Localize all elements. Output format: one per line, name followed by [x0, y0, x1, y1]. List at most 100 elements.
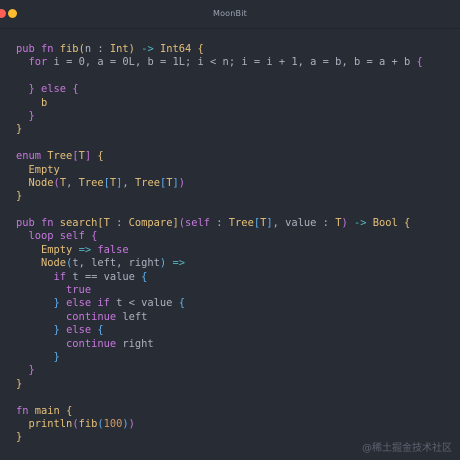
- code-line: println(fib(100)): [16, 418, 423, 431]
- code-token: fib: [78, 417, 98, 430]
- watermark: @稀土掘金技术社区: [362, 443, 452, 454]
- code-token: Compare: [128, 217, 173, 230]
- code-line: Node(t, left, right) =>: [16, 257, 423, 270]
- code-line: fn main {: [16, 405, 423, 418]
- code-token: left: [122, 310, 148, 323]
- code-token: :: [109, 217, 129, 230]
- title-bar: MoonBit: [0, 0, 460, 29]
- code-token: 1L: [172, 56, 186, 69]
- code-token: t < value: [116, 297, 179, 310]
- code-token: ,: [66, 176, 79, 189]
- code-line: } else {: [16, 324, 423, 337]
- code-token: Empty: [41, 243, 73, 256]
- code-token: b: [16, 96, 48, 109]
- code-line: }: [16, 110, 423, 123]
- code-token: {: [91, 150, 104, 163]
- code-token: println: [28, 417, 73, 430]
- code-token: =: [59, 56, 79, 69]
- code-token: {: [178, 297, 185, 310]
- code-token: Tree: [78, 176, 104, 189]
- code-token: Tree: [47, 150, 73, 163]
- code-token: =>: [166, 257, 185, 270]
- code-token: {: [191, 43, 204, 55]
- code-token: :: [210, 217, 229, 230]
- code-token: Bool: [372, 217, 398, 230]
- code-line: if t == value {: [16, 271, 423, 284]
- code-token: ->: [134, 43, 160, 55]
- code-token: fn: [16, 404, 35, 417]
- code-token: Tree: [134, 176, 160, 189]
- code-token: }: [53, 350, 60, 363]
- code-token: pub fn: [16, 43, 60, 55]
- code-token: {: [59, 404, 73, 417]
- code-line: continue left: [16, 311, 423, 324]
- code-token: else: [34, 83, 73, 96]
- code-token: {: [397, 217, 411, 230]
- code-token: right: [122, 337, 154, 350]
- code-token: ,: [122, 176, 135, 189]
- code-token: Node: [41, 257, 67, 270]
- code-token: t, left, right: [72, 257, 160, 270]
- code-line: }: [16, 123, 423, 136]
- code-line: } else if t < value {: [16, 297, 423, 310]
- code-token: }: [28, 109, 35, 122]
- code-token: continue: [66, 310, 123, 323]
- code-token: Int: [109, 43, 129, 55]
- code-line: Node(T, Tree[T], Tree[T]): [16, 177, 423, 190]
- code-line: pub fn search[T : Compare](self : Tree[T…: [16, 217, 423, 230]
- code-token: Node: [16, 176, 54, 189]
- code-line: }: [16, 190, 423, 203]
- code-token: ;: [228, 56, 242, 69]
- code-token: a = b: [310, 56, 342, 69]
- code-token: i < n: [197, 56, 229, 69]
- code-line: }: [16, 351, 423, 364]
- code-token: Empty: [16, 163, 60, 176]
- code-token: Tree: [228, 217, 254, 230]
- code-token: :: [316, 217, 336, 230]
- code-line: }: [16, 378, 423, 391]
- code-token: self: [184, 217, 211, 230]
- code-token: for: [28, 56, 54, 69]
- code-token: fib: [59, 43, 79, 55]
- code-token: }: [16, 377, 23, 390]
- window-title: MoonBit: [212, 9, 247, 18]
- code-token: :: [91, 43, 110, 55]
- code-token: Int64: [159, 43, 192, 55]
- code-token: {: [72, 83, 79, 96]
- code-token: ,: [297, 56, 311, 69]
- code-line: }: [16, 364, 423, 377]
- code-line: true: [16, 284, 423, 297]
- code-token: search: [59, 217, 98, 230]
- code-token: main: [34, 404, 60, 417]
- code-token: }: [16, 190, 23, 203]
- code-token: b = a + b: [353, 56, 411, 69]
- code-token: continue: [66, 337, 123, 350]
- code-editor[interactable]: pub fn fib(n : Int) -> Int64 { for i = 0…: [16, 43, 423, 445]
- code-token: pub fn: [16, 217, 60, 230]
- code-line: Empty => false: [16, 244, 423, 257]
- code-token: }: [28, 364, 35, 377]
- code-token: ,: [84, 56, 98, 69]
- code-token: enum: [16, 150, 48, 163]
- code-line: continue right: [16, 338, 423, 351]
- code-token: ,: [341, 56, 354, 69]
- code-token: ->: [347, 217, 373, 230]
- code-token: }: [16, 431, 23, 444]
- code-token: =: [103, 56, 123, 69]
- code-token: else if: [59, 297, 117, 310]
- code-line: Empty: [16, 164, 423, 177]
- code-token: if: [53, 270, 73, 283]
